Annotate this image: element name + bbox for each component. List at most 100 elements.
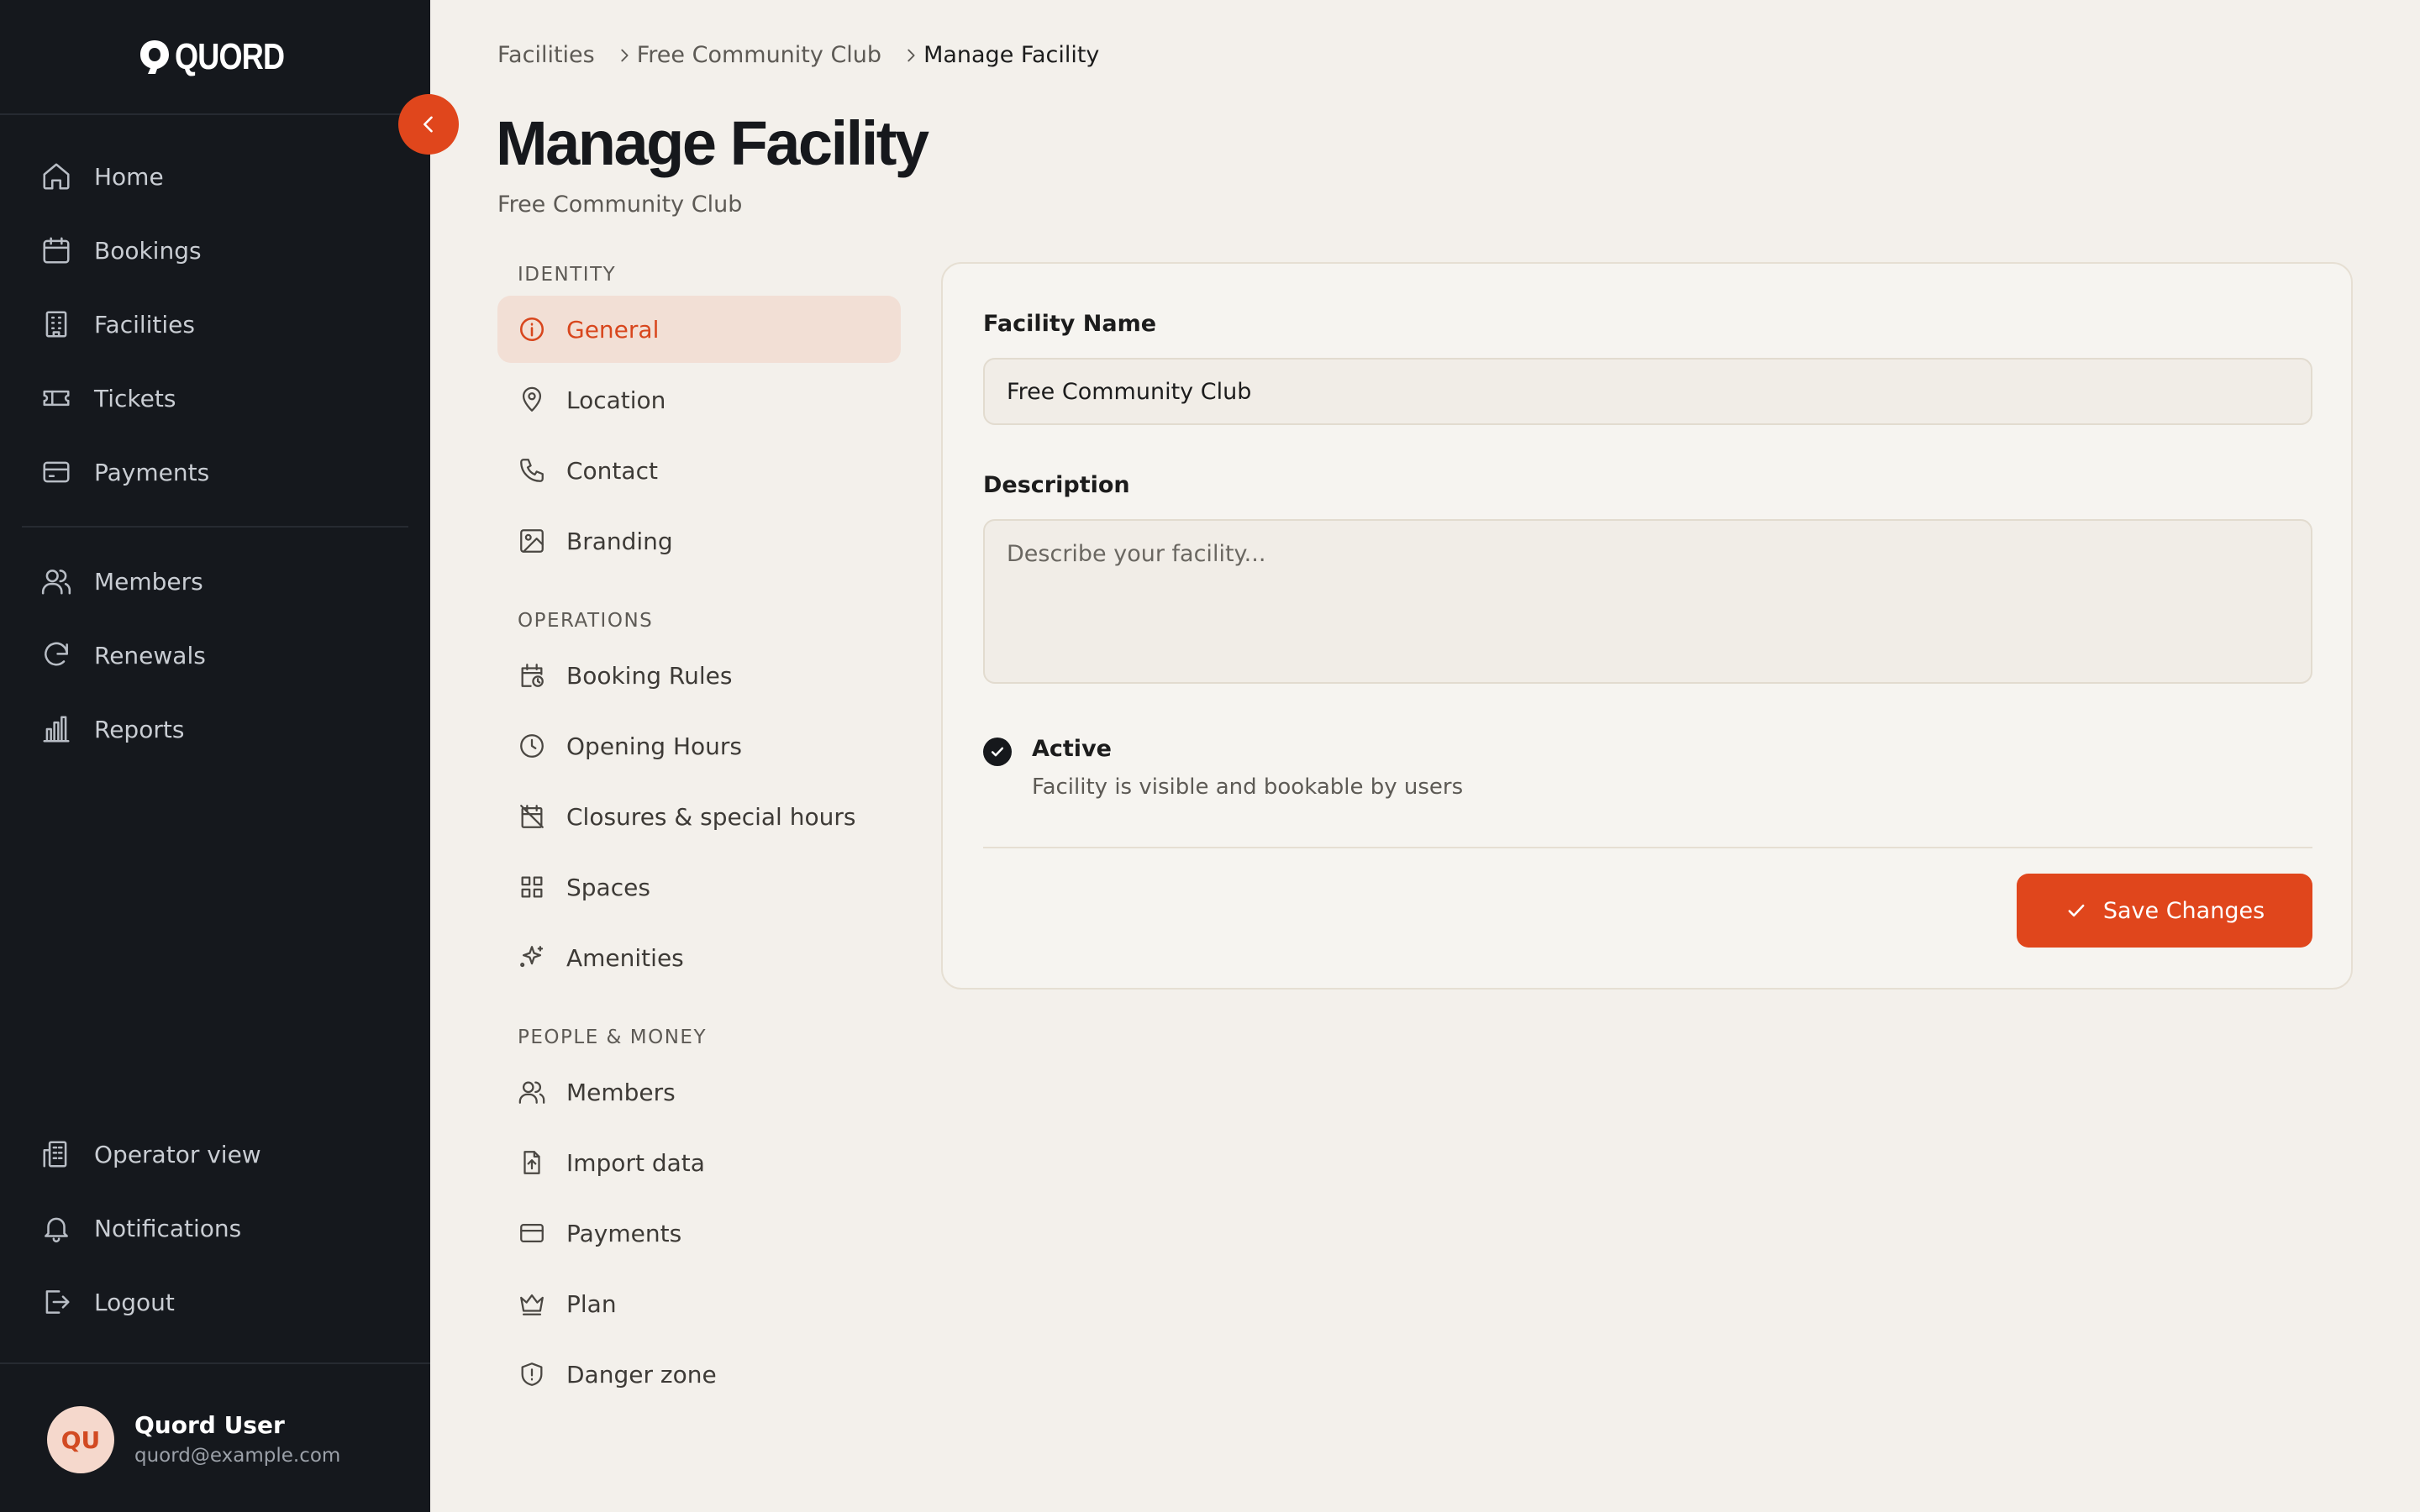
sidebar-item-label: Bookings: [94, 236, 202, 265]
subnav-item-members[interactable]: Members: [497, 1058, 901, 1126]
description-textarea[interactable]: [983, 519, 2312, 684]
sidebar-item-members[interactable]: Members: [40, 556, 203, 606]
sidebar-item-bookings[interactable]: Bookings: [40, 225, 202, 276]
subnav-item-general[interactable]: General: [497, 296, 901, 363]
credit-card-icon: [518, 1219, 546, 1247]
crown-icon: [518, 1289, 546, 1318]
sidebar-item-payments[interactable]: Payments: [40, 447, 209, 497]
info-icon: [518, 315, 546, 344]
subnav-item-amenities[interactable]: Amenities: [497, 924, 901, 991]
sparkles-icon: [518, 943, 546, 972]
general-settings-card: Facility Name Description Active Facilit…: [941, 262, 2353, 990]
refresh-icon: [40, 639, 72, 671]
page-title: Manage Facility: [496, 108, 929, 178]
active-checkbox[interactable]: [983, 738, 1012, 766]
chevron-right-icon: [615, 46, 634, 65]
sidebar-item-label: Notifications: [94, 1214, 242, 1242]
breadcrumb-facility[interactable]: Free Community Club: [637, 42, 881, 68]
subnav-item-label: Contact: [566, 456, 658, 485]
subnav-item-plan[interactable]: Plan: [497, 1270, 901, 1337]
section-label-operations: OPERATIONS: [518, 610, 654, 632]
map-pin-icon: [518, 386, 546, 414]
subnav-item-label: Closures & special hours: [566, 802, 856, 831]
users-icon: [518, 1078, 546, 1106]
breadcrumb-facilities[interactable]: Facilities: [497, 42, 595, 68]
facility-name-label: Facility Name: [983, 311, 1157, 337]
sidebar-item-home[interactable]: Home: [40, 151, 164, 202]
bell-icon: [40, 1212, 72, 1244]
page-subtitle: Free Community Club: [497, 192, 743, 218]
subnav-item-label: Booking Rules: [566, 661, 733, 690]
office-building-icon: [40, 1138, 72, 1170]
user-email: quord@example.com: [134, 1445, 341, 1467]
subnav-item-opening-hours[interactable]: Opening Hours: [497, 712, 901, 780]
phone-icon: [518, 456, 546, 485]
users-icon: [40, 565, 72, 597]
sidebar-divider: [22, 526, 408, 528]
sidebar-item-label: Home: [94, 162, 164, 191]
grid-icon: [518, 873, 546, 901]
building-icon: [40, 308, 72, 340]
subnav-item-contact[interactable]: Contact: [497, 437, 901, 504]
sidebar-item-label: Facilities: [94, 310, 195, 339]
sidebar-item-label: Tickets: [94, 384, 176, 412]
sidebar-item-operator-view[interactable]: Operator view: [40, 1129, 261, 1179]
subnav-item-branding[interactable]: Branding: [497, 507, 901, 575]
subnav-item-import-data[interactable]: Import data: [497, 1129, 901, 1196]
user-card[interactable]: QU Quord User quord@example.com: [0, 1362, 430, 1512]
calendar-clock-icon: [518, 661, 546, 690]
subnav-item-label: Import data: [566, 1148, 705, 1177]
sidebar-item-facilities[interactable]: Facilities: [40, 299, 195, 349]
subnav-item-payments[interactable]: Payments: [497, 1200, 901, 1267]
sidebar-item-renewals[interactable]: Renewals: [40, 630, 206, 680]
subnav-item-label: Members: [566, 1078, 676, 1106]
logo-area: QUORD: [0, 0, 430, 115]
subnav-item-spaces[interactable]: Spaces: [497, 853, 901, 921]
check-icon: [2065, 899, 2088, 922]
sidebar-item-label: Logout: [94, 1288, 175, 1316]
breadcrumb: Facilities Free Community Club Manage Fa…: [497, 42, 1099, 68]
sidebar-item-label: Operator view: [94, 1140, 261, 1168]
chevron-left-icon: [417, 113, 440, 136]
ticket-icon: [40, 382, 72, 414]
sidebar-item-reports[interactable]: Reports: [40, 704, 184, 754]
section-label-people-money: PEOPLE & MONEY: [518, 1026, 708, 1048]
subnav-item-label: General: [566, 315, 660, 344]
chevron-right-icon: [902, 46, 920, 65]
sidebar: QUORD Home Bookings Facilities Tickets P…: [0, 0, 430, 1512]
collapse-sidebar-button[interactable]: [398, 94, 459, 155]
avatar: QU: [47, 1406, 114, 1473]
active-description: Facility is visible and bookable by user…: [1032, 774, 1464, 800]
sidebar-item-label: Renewals: [94, 641, 206, 669]
quord-logo-icon: [138, 39, 171, 76]
calendar-icon: [40, 234, 72, 266]
user-name: Quord User: [134, 1411, 285, 1439]
facility-name-input[interactable]: [983, 358, 2312, 425]
brand-name: QUORD: [174, 35, 285, 77]
file-upload-icon: [518, 1148, 546, 1177]
section-label-identity: IDENTITY: [518, 264, 617, 286]
subnav-item-label: Payments: [566, 1219, 682, 1247]
logo[interactable]: QUORD: [138, 36, 293, 78]
save-changes-button[interactable]: Save Changes: [2017, 874, 2312, 948]
bar-chart-icon: [40, 713, 72, 745]
description-label: Description: [983, 472, 1130, 498]
sidebar-item-tickets[interactable]: Tickets: [40, 373, 176, 423]
subnav-item-label: Location: [566, 386, 666, 414]
breadcrumb-current: Manage Facility: [923, 42, 1100, 68]
sidebar-item-notifications[interactable]: Notifications: [40, 1203, 241, 1253]
credit-card-icon: [40, 456, 72, 488]
shield-alert-icon: [518, 1360, 546, 1389]
check-icon: [989, 743, 1006, 760]
subnav-item-label: Amenities: [566, 943, 684, 972]
sidebar-item-label: Members: [94, 567, 203, 596]
clock-icon: [518, 732, 546, 760]
subnav-item-label: Spaces: [566, 873, 650, 901]
sidebar-item-logout[interactable]: Logout: [40, 1277, 175, 1327]
subnav-item-label: Danger zone: [566, 1360, 717, 1389]
subnav-item-closures[interactable]: Closures & special hours: [497, 783, 901, 850]
subnav-item-danger-zone[interactable]: Danger zone: [497, 1341, 901, 1408]
subnav-item-booking-rules[interactable]: Booking Rules: [497, 642, 901, 709]
subnav-item-location[interactable]: Location: [497, 366, 901, 433]
home-icon: [40, 160, 72, 192]
